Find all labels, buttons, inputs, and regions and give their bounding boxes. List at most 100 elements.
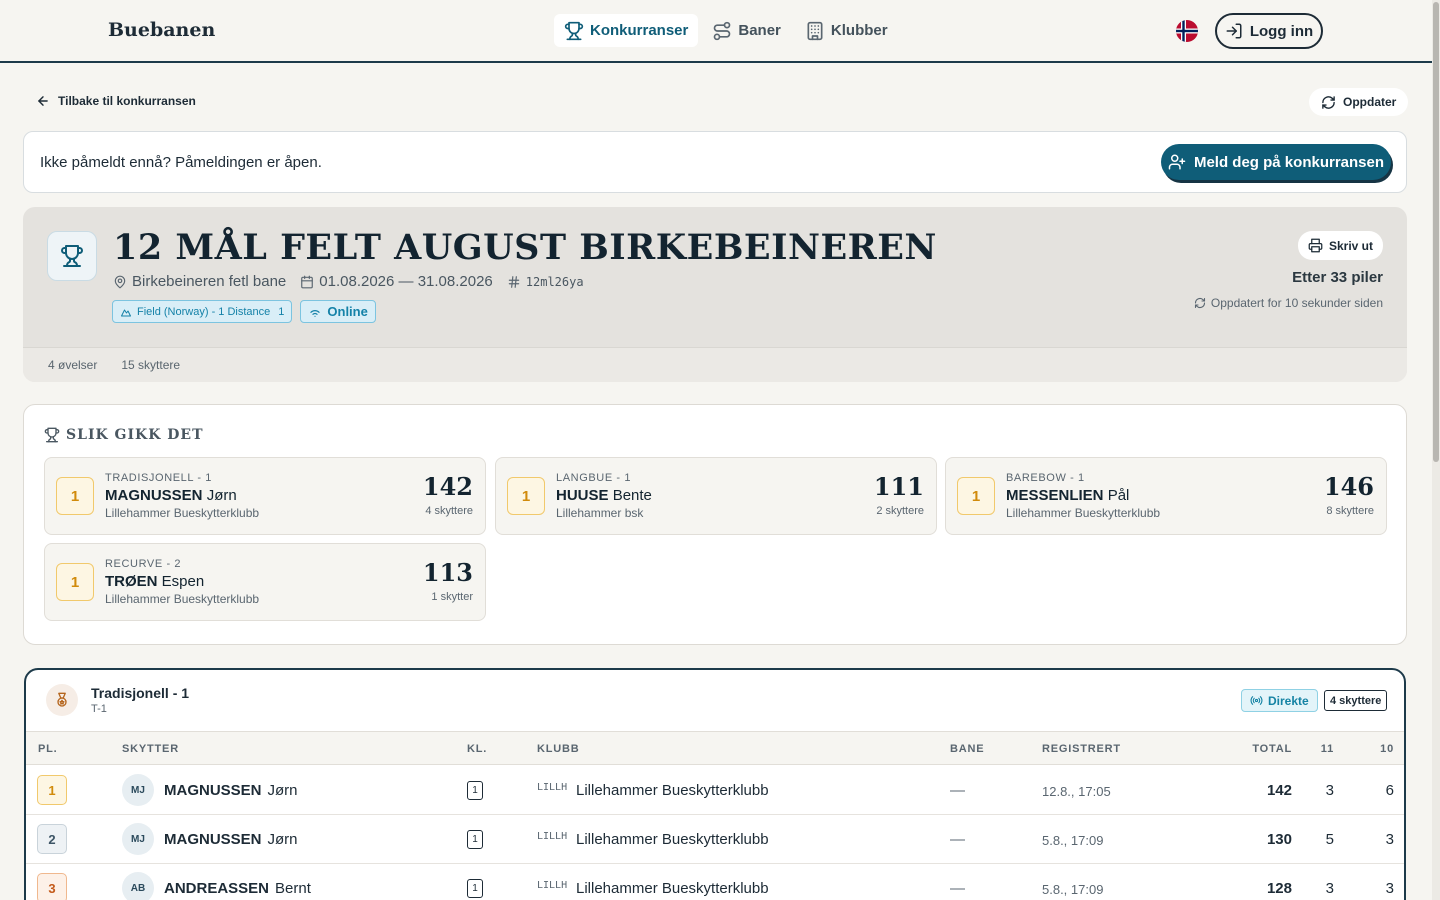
registered-time: 5.8., 17:09 — [1042, 833, 1104, 848]
last-name: MAGNUSSEN — [164, 782, 262, 799]
login-button[interactable]: Logg inn — [1215, 13, 1323, 49]
winner-name: TRØEN Espen — [105, 573, 204, 590]
refresh-icon — [1321, 95, 1336, 110]
col-total[interactable]: TOTAL — [1252, 743, 1292, 755]
site-logo[interactable]: Buebanen — [108, 19, 215, 41]
medal-icon — [46, 684, 78, 716]
col-registered[interactable]: REGISTRERT — [1042, 743, 1121, 755]
class-badge: 1 — [467, 879, 483, 898]
nav-label: Konkurranser — [590, 22, 689, 39]
class-results-table: Tradisjonell - 1 T-1 Direkte 4 skyttere … — [24, 668, 1406, 900]
last-name: MAGNUSSEN — [164, 831, 262, 848]
first-name: Jørn — [267, 782, 298, 799]
print-label: Skriv ut — [1328, 238, 1373, 253]
first-name: Espen — [161, 573, 205, 590]
col-club[interactable]: KLUBB — [537, 743, 580, 755]
last-name: TRØEN — [105, 573, 158, 590]
discipline-count: 1 — [278, 305, 285, 318]
nav-item-konkurranser[interactable]: Konkurranser — [554, 14, 699, 47]
printer-icon — [1308, 238, 1323, 253]
total-score: 128 — [1266, 880, 1292, 897]
club-name: Lillehammer Bueskytterklubb — [576, 831, 769, 848]
class-code: T-1 — [91, 703, 107, 715]
live-label: Direkte — [1268, 693, 1309, 708]
refresh-button[interactable]: Oppdater — [1309, 88, 1409, 116]
avatar: MJ — [122, 823, 154, 855]
top-navigation-bar: Buebanen Konkurranser Baner Klubber Logg… — [0, 0, 1432, 63]
nav-item-baner[interactable]: Baner — [702, 14, 791, 47]
events-count: 4 øvelser — [48, 358, 98, 372]
shooter-name[interactable]: MAGNUSSEN Jørn — [164, 831, 298, 848]
club-name: Lillehammer Bueskytterklubb — [105, 592, 260, 606]
archer-count-badge: 4 skyttere — [1324, 690, 1388, 711]
total-score: 130 — [1266, 831, 1292, 848]
nav-item-klubber[interactable]: Klubber — [795, 14, 898, 47]
registration-banner: Ikke påmeldt ennå? Påmeldingen er åpen. … — [23, 131, 1407, 193]
total-score: 142 — [1266, 782, 1292, 799]
discipline-tag: Field (Norway) - 1 Distance 1 — [112, 300, 293, 323]
winner-score: 146 — [1323, 472, 1374, 501]
venue: Birkebeineren fetl bane — [113, 273, 286, 290]
col-10[interactable]: 10 — [1380, 743, 1394, 755]
col-11[interactable]: 11 — [1321, 743, 1334, 755]
class-title: Tradisjonell - 1 — [91, 685, 190, 701]
calendar-icon — [300, 275, 314, 289]
count-10: 3 — [1385, 880, 1394, 897]
user-plus-icon — [1168, 153, 1186, 171]
col-class[interactable]: KL. — [467, 743, 487, 755]
club-name: Lillehammer Bueskytterklubb — [1006, 506, 1161, 520]
login-label: Logg inn — [1249, 22, 1314, 40]
col-lane[interactable]: BANE — [950, 743, 984, 755]
club-name: Lillehammer Bueskytterklubb — [576, 782, 769, 799]
class-name: BAREBOW - 1 — [1006, 472, 1085, 484]
competition-stats: 4 øvelser 15 skyttere — [23, 347, 1407, 382]
norway-flag-icon[interactable] — [1176, 20, 1198, 42]
signup-button[interactable]: Meld deg på konkurransen — [1161, 144, 1391, 180]
avatar: AB — [122, 872, 154, 900]
registered-time: 5.8., 17:09 — [1042, 882, 1104, 897]
trophy-icon — [47, 231, 97, 281]
winner-card[interactable]: 1 LANGBUE - 1 HUUSE Bente Lillehammer bs… — [495, 457, 937, 535]
updated-text: Oppdatert for 10 sekunder siden — [1210, 296, 1383, 310]
table-row[interactable]: 2 MJ MAGNUSSEN Jørn 1 LILLH Lillehammer B… — [26, 815, 1404, 864]
count-10: 6 — [1385, 782, 1394, 799]
shooter-name[interactable]: ANDREASSEN Bernt — [164, 880, 311, 897]
table-row[interactable]: 3 AB ANDREASSEN Bernt 1 LILLH Lillehammer… — [26, 864, 1404, 900]
place-badge: 2 — [37, 824, 67, 854]
print-button[interactable]: Skriv ut — [1297, 231, 1383, 260]
map-pin-icon — [113, 275, 127, 289]
first-name: Bernt — [275, 880, 311, 897]
competition-code: 12ml26ya — [507, 275, 584, 289]
club-abbreviation: LILLH — [537, 831, 568, 842]
winner-card[interactable]: 1 BAREBOW - 1 MESSENLIEN Pål Lillehammer… — [945, 457, 1387, 535]
rank-badge: 1 — [56, 477, 94, 515]
progress-status: Etter 33 piler — [1292, 269, 1383, 286]
building-icon — [805, 21, 825, 41]
winner-card[interactable]: 1 RECURVE - 2 TRØEN Espen Lillehammer Bu… — [44, 543, 486, 621]
class-name: RECURVE - 2 — [105, 558, 182, 570]
back-link[interactable]: Tilbake til konkurransen — [36, 94, 196, 108]
first-name: Jørn — [267, 831, 298, 848]
scrollbar-thumb[interactable] — [1433, 2, 1439, 462]
class-badge: 1 — [467, 830, 483, 849]
place-badge: 3 — [37, 873, 67, 900]
count-10: 3 — [1385, 831, 1394, 848]
winner-card[interactable]: 1 TRADISJONELL - 1 MAGNUSSEN Jørn Lilleh… — [44, 457, 486, 535]
count-11: 5 — [1325, 831, 1334, 848]
rank-badge: 1 — [957, 477, 995, 515]
online-label: Online — [327, 304, 368, 319]
broadcast-icon — [1250, 694, 1263, 707]
last-name: HUUSE — [556, 487, 609, 504]
dates: 01.08.2026 — 31.08.2026 — [300, 273, 493, 290]
col-shooter[interactable]: SKYTTER — [122, 743, 179, 755]
date-range: 01.08.2026 — 31.08.2026 — [319, 273, 493, 290]
summary-title: SLIK GIKK DET — [66, 427, 204, 443]
summary-heading: SLIK GIKK DET — [44, 427, 204, 443]
trophy-icon — [44, 427, 60, 443]
shooter-name[interactable]: MAGNUSSEN Jørn — [164, 782, 298, 799]
target-icon — [120, 306, 132, 318]
table-row[interactable]: 1 MJ MAGNUSSEN Jørn 1 LILLH Lillehammer B… — [26, 766, 1404, 815]
class-badge: 1 — [467, 781, 483, 800]
page-scrollbar[interactable] — [1432, 0, 1440, 900]
col-place[interactable]: PL. — [38, 743, 58, 755]
